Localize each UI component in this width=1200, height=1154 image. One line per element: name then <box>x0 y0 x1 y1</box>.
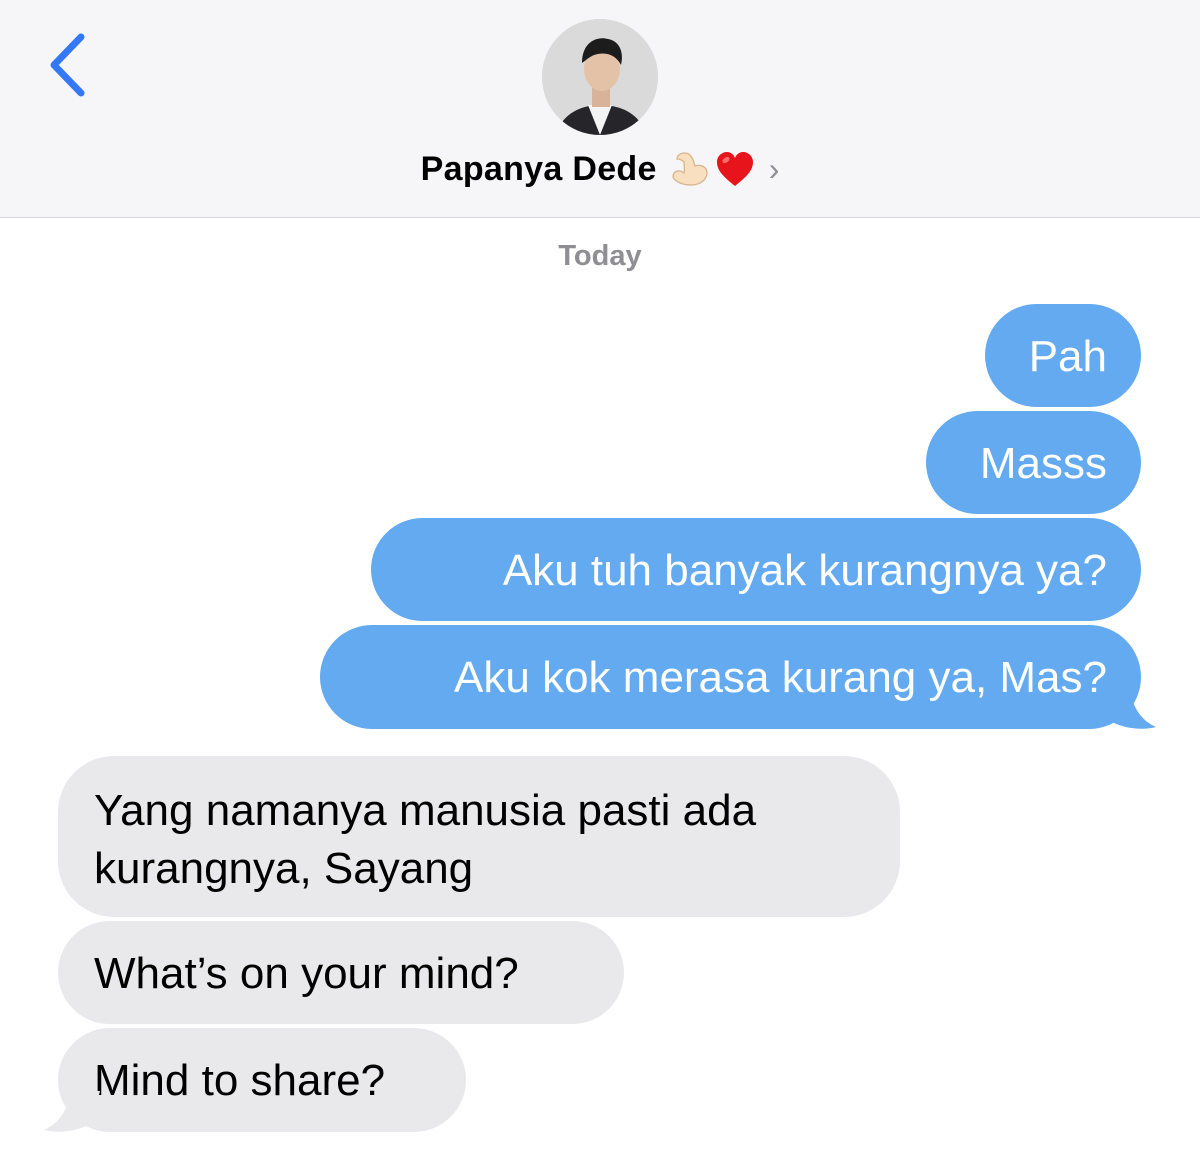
outgoing-message[interactable]: Pah <box>985 304 1141 407</box>
contact-avatar[interactable] <box>542 19 658 135</box>
avatar-photo <box>542 19 658 135</box>
outgoing-bubble-tail <box>1100 688 1156 729</box>
conversation-header: Papanya Dede › <box>0 0 1200 218</box>
outgoing-message[interactable]: Aku kok merasa kurang ya, Mas? <box>320 625 1141 729</box>
back-chevron-icon[interactable] <box>44 30 92 100</box>
date-separator: Today <box>558 240 642 272</box>
contact-name: Papanya Dede <box>420 149 657 188</box>
flexed-biceps-icon <box>672 152 708 186</box>
red-heart-icon <box>716 152 753 186</box>
incoming-bubble-tail <box>44 1091 100 1132</box>
incoming-message[interactable]: Yang namanya manusia pasti ada kurangnya… <box>58 756 900 917</box>
outgoing-message[interactable]: Masss <box>926 411 1141 514</box>
incoming-message[interactable]: Mind to share? <box>58 1028 466 1132</box>
chevron-right-icon: › <box>768 150 780 187</box>
incoming-message[interactable]: What’s on your mind? <box>58 921 624 1024</box>
contact-name-button[interactable]: Papanya Dede › <box>0 145 1200 193</box>
outgoing-message[interactable]: Aku tuh banyak kurangnya ya? <box>371 518 1141 621</box>
